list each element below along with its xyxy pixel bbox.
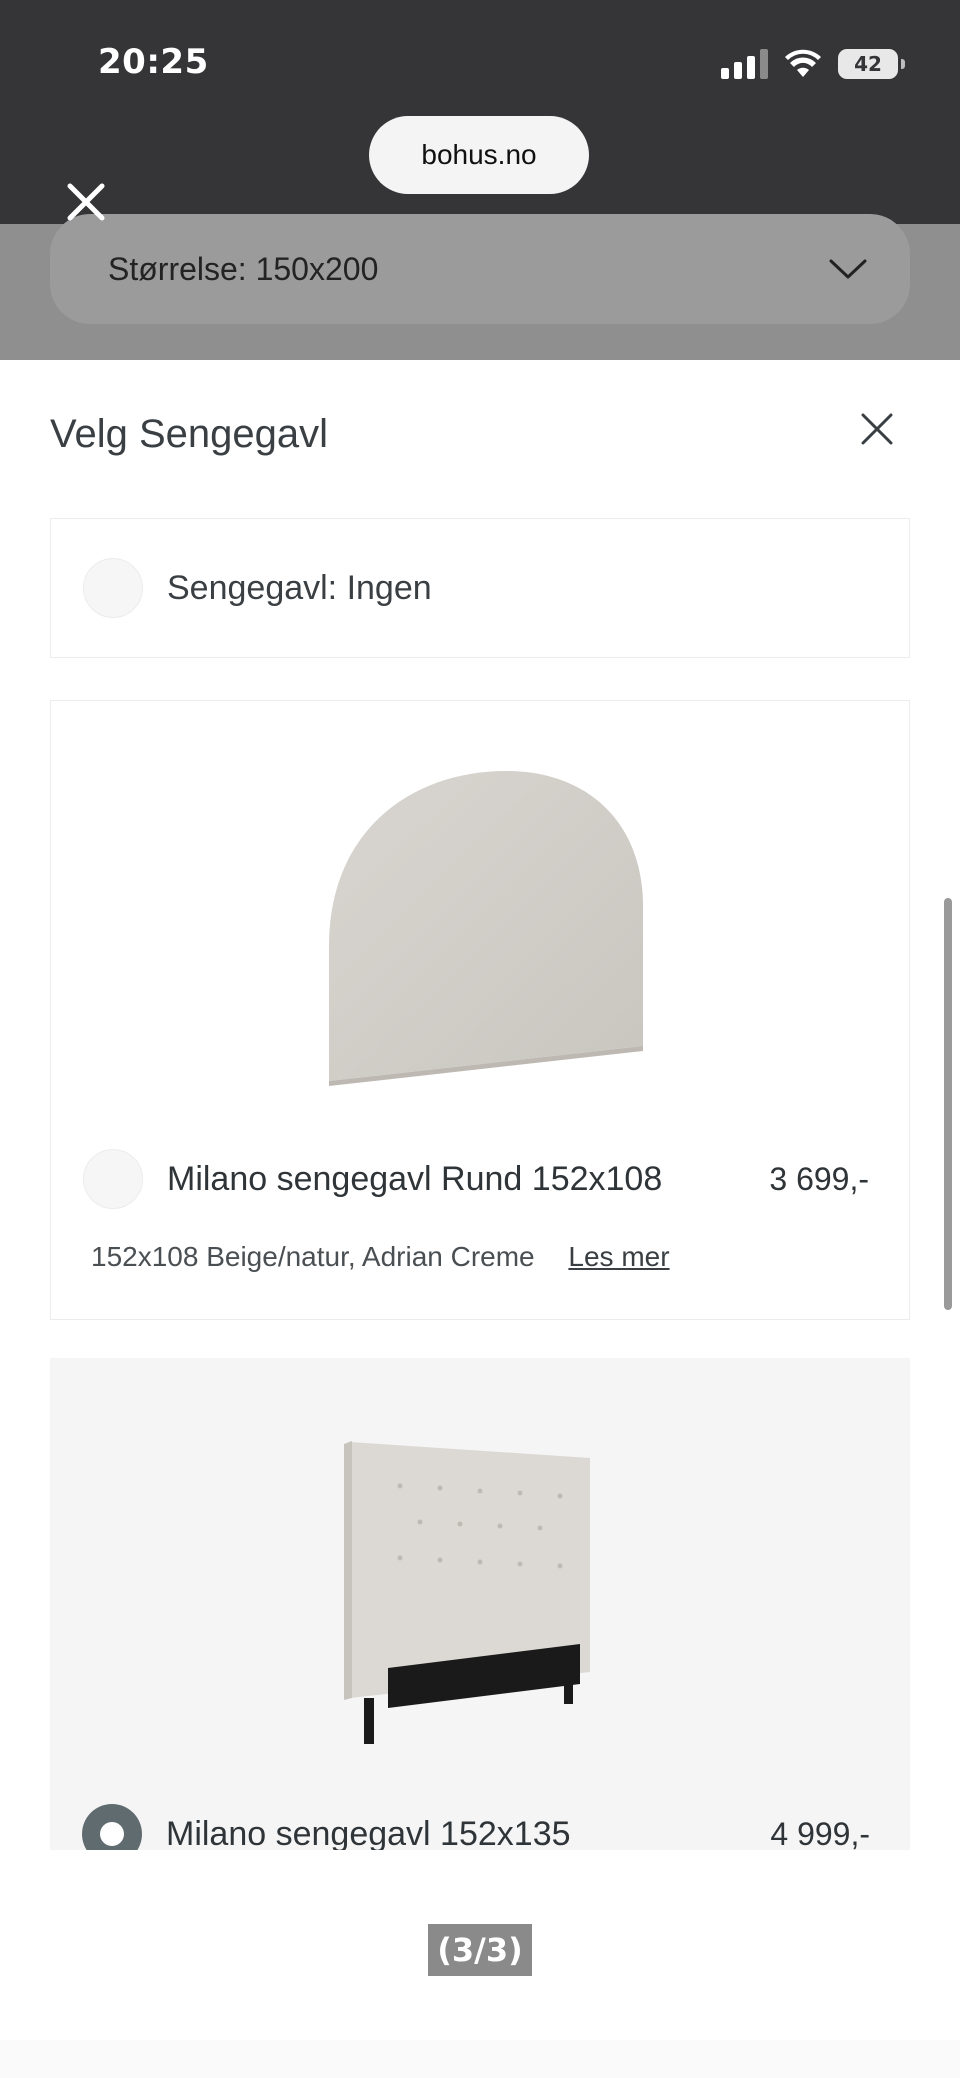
- headboard-sheet: Velg Sengegavl Sengegavl: Ingen Milano s…: [0, 360, 960, 1850]
- product-description: 152x108 Beige/natur, Adrian Creme Les me…: [91, 1241, 670, 1273]
- product-variant: 152x108 Beige/natur, Adrian Creme: [91, 1241, 535, 1272]
- close-icon[interactable]: [858, 410, 896, 448]
- product-price: 3 699,-: [769, 1160, 869, 1197]
- rounded-headboard-image: [329, 771, 643, 1086]
- product-row: Milano sengegavl Rund 152x108 3 699,-: [83, 1149, 869, 1209]
- size-select-label: Størrelse: 150x200: [108, 250, 379, 287]
- cellular-signal-icon: [721, 49, 768, 79]
- sheet-title: Velg Sengegavl: [50, 412, 329, 456]
- read-more-link[interactable]: Les mer: [568, 1241, 669, 1272]
- option-none-label: Sengegavl: Ingen: [167, 568, 432, 607]
- wifi-icon: [785, 49, 821, 77]
- radio-none[interactable]: [83, 558, 143, 618]
- battery-icon: 42: [838, 49, 905, 79]
- url-bar[interactable]: bohus.no: [369, 116, 589, 194]
- radio-product[interactable]: [83, 1149, 143, 1209]
- bottom-bar: [0, 2040, 960, 2078]
- close-browser-icon[interactable]: [62, 178, 110, 226]
- radio-product-selected[interactable]: [82, 1804, 142, 1850]
- status-icons: 42: [721, 46, 905, 82]
- product-card-selected[interactable]: Milano sengegavl 152x135 4 999,-: [50, 1358, 910, 1850]
- url-text: bohus.no: [421, 139, 537, 170]
- product-name: Milano sengegavl 152x135: [166, 1814, 571, 1851]
- product-card[interactable]: Milano sengegavl Rund 152x108 3 699,- 15…: [50, 700, 910, 1320]
- product-price: 4 999,-: [770, 1815, 870, 1851]
- product-name: Milano sengegavl Rund 152x108: [167, 1159, 663, 1198]
- scrollbar[interactable]: [944, 898, 952, 1310]
- chevron-down-icon: [829, 259, 867, 279]
- option-none[interactable]: Sengegavl: Ingen: [50, 518, 910, 658]
- tufted-headboard-image: [344, 1441, 590, 1744]
- size-select[interactable]: Størrelse: 150x200: [50, 214, 910, 324]
- browser-chrome: 20:25 42 bohus.no: [0, 0, 960, 224]
- page-indicator: (3/3): [428, 1924, 532, 1976]
- battery-level: 42: [854, 52, 882, 76]
- status-time: 20:25: [98, 42, 209, 82]
- product-row: Milano sengegavl 152x135 4 999,-: [82, 1804, 870, 1850]
